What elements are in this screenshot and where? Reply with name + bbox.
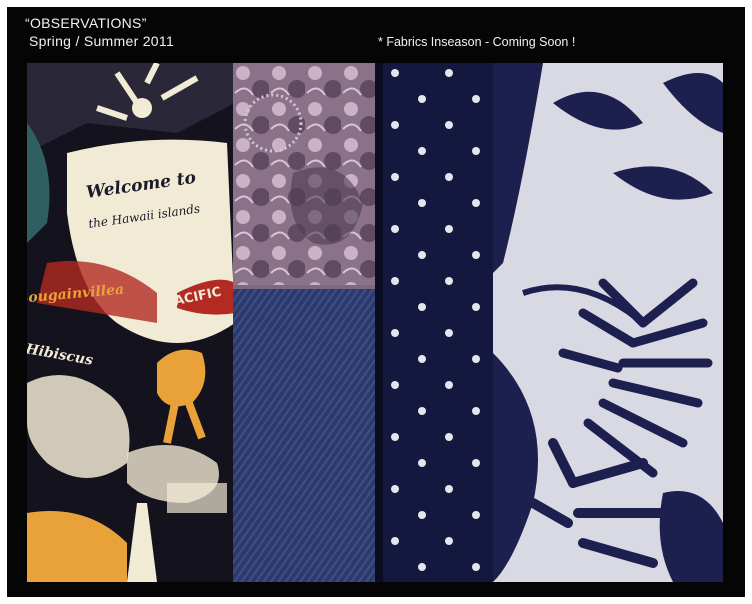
polka-dot-fabric [375,63,493,582]
palm-leaf-print-fabric [493,63,723,582]
denim-fabric [233,289,375,582]
coming-soon-note: * Fabrics Inseason - Coming Soon ! [378,35,576,49]
title-block: “OBSERVATIONS” Spring / Summer 2011 [25,14,174,50]
paisley-floral-fabric [233,63,375,293]
fabric-swatch-collage: Welcome to the Hawaii islands PACIFIC Bo… [27,63,723,582]
season-label: Spring / Summer 2011 [29,33,175,49]
page-title: “OBSERVATIONS” [25,15,147,31]
hawaiian-print-fabric: Welcome to the Hawaii islands PACIFIC Bo… [27,63,235,582]
